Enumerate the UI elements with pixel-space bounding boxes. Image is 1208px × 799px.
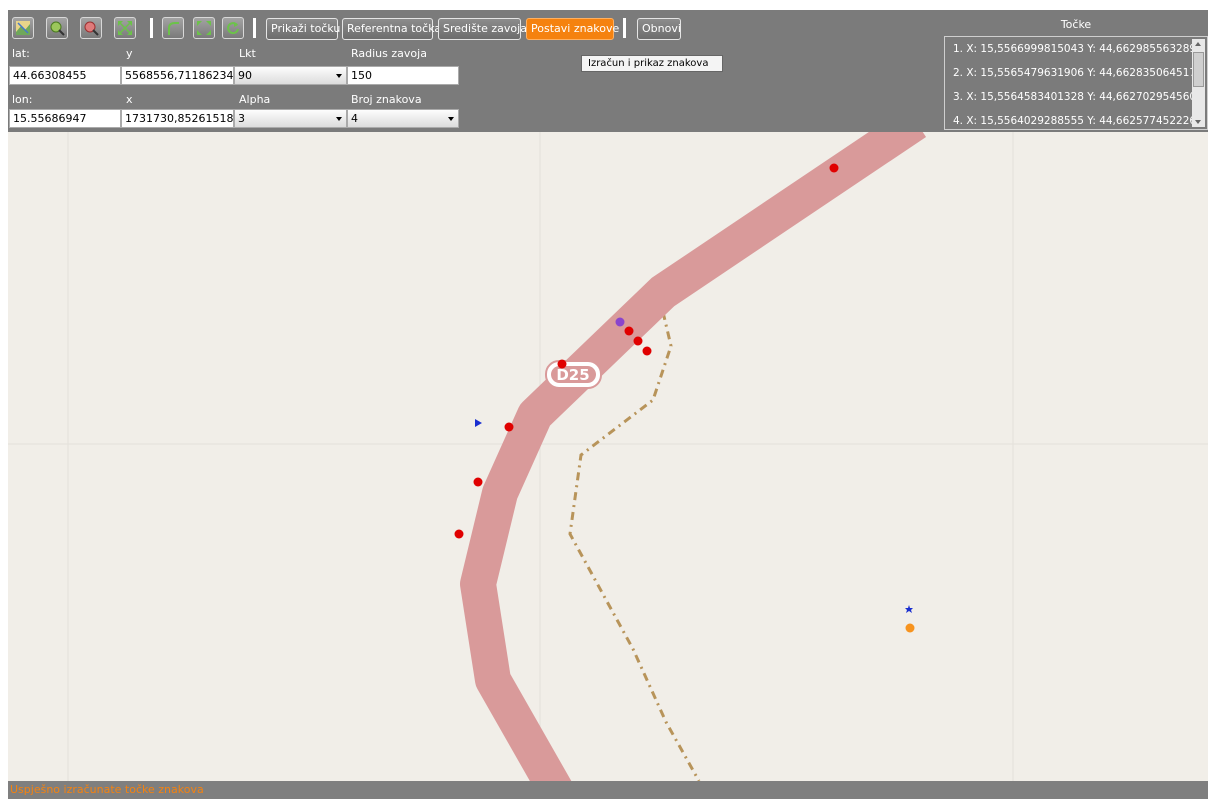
points-scrollbar[interactable]: [1192, 39, 1205, 127]
status-bar: Uspješno izračunate točke znakova: [8, 781, 1208, 799]
referentna-tocka-button[interactable]: Referentna točka: [342, 18, 441, 40]
chevron-down-icon: [336, 74, 342, 78]
toolbar: Prikaži točku Referentna točka Središte …: [8, 10, 1208, 132]
sign-marker[interactable]: [557, 359, 567, 369]
tooltip: Izračun i prikaz znakova: [581, 55, 723, 72]
fit-extent-button[interactable]: [114, 17, 136, 39]
x-label: x: [126, 93, 133, 106]
sign-marker[interactable]: [633, 336, 643, 346]
scroll-down-icon[interactable]: [1195, 120, 1201, 124]
zoom-in-button[interactable]: [46, 17, 68, 39]
refresh-icon: [227, 22, 239, 35]
sign-marker[interactable]: [642, 346, 652, 356]
toolbar-separator: [623, 18, 626, 38]
scroll-up-icon[interactable]: [1195, 42, 1201, 46]
lat-label: lat:: [12, 47, 30, 60]
fit-extent-icon: [118, 21, 132, 35]
broj-znakova-select[interactable]: 4: [347, 109, 459, 128]
map-layer-button[interactable]: [12, 17, 34, 39]
zoom-out-icon: [84, 21, 99, 36]
lkt-label: Lkt: [239, 47, 256, 60]
x-field[interactable]: 1731730,85261518: [121, 109, 234, 128]
y-label: y: [126, 47, 133, 60]
road-shield: D25: [545, 360, 602, 389]
sign-marker[interactable]: [829, 163, 839, 173]
y-field[interactable]: 5568556,71186234: [121, 66, 234, 85]
zoom-out-button[interactable]: [80, 17, 102, 39]
top-strip: [0, 0, 1208, 10]
chevron-down-icon: [448, 117, 454, 121]
star-marker-icon[interactable]: [905, 605, 913, 613]
list-item[interactable]: 3. X: 15,5564583401328 Y: 44,66270295456…: [953, 91, 1203, 103]
points-title: Točke: [1060, 18, 1092, 31]
zoom-in-icon: [50, 21, 65, 36]
lat-field[interactable]: 44.66308455: [9, 66, 121, 85]
map-canvas[interactable]: D25: [8, 132, 1208, 781]
direction-arrow-icon: [475, 419, 482, 427]
radius-label: Radius zavoja: [351, 47, 427, 60]
road-label: D25: [556, 366, 589, 384]
draw-curve-icon: [168, 22, 179, 35]
toolbar-separator: [150, 18, 153, 38]
scroll-thumb[interactable]: [1193, 52, 1204, 87]
alpha-select[interactable]: 3: [234, 109, 347, 128]
radius-field[interactable]: 150: [347, 66, 459, 85]
map-layer-icon: [16, 21, 30, 35]
lon-field[interactable]: 15.55686947: [9, 109, 121, 128]
curve-center-point[interactable]: [905, 623, 915, 633]
prikazi-tocku-button[interactable]: Prikaži točku: [266, 18, 340, 40]
reference-point[interactable]: [615, 317, 625, 327]
list-item[interactable]: 2. X: 15,5565479631906 Y: 44,66283506451…: [953, 67, 1203, 79]
toolbar-separator: [253, 18, 256, 38]
sign-marker[interactable]: [504, 422, 514, 432]
points-list[interactable]: 1. X: 15,5566999815043 Y: 44,66298556328…: [944, 36, 1208, 130]
sign-marker[interactable]: [624, 326, 634, 336]
lkt-select[interactable]: 90: [234, 66, 347, 85]
srediste-zavoja-button[interactable]: Središte zavoja: [438, 18, 527, 40]
full-extent-icon: [197, 21, 211, 35]
draw-curve-button[interactable]: [162, 17, 184, 39]
list-item[interactable]: 4. X: 15,5564029288555 Y: 44,66257745222…: [953, 115, 1203, 127]
broj-znakova-label: Broj znakova: [351, 93, 422, 106]
alpha-select-value: 3: [238, 112, 245, 125]
lkt-select-value: 90: [238, 69, 252, 82]
chevron-down-icon: [336, 117, 342, 121]
obnovi-button[interactable]: Obnovi: [637, 18, 681, 40]
postavi-znakove-button[interactable]: Postavi znakove: [526, 18, 619, 40]
sign-marker[interactable]: [473, 477, 483, 487]
map-view[interactable]: D25: [8, 132, 1208, 781]
broj-znakova-value: 4: [351, 112, 358, 125]
status-text: Uspješno izračunate točke znakova: [10, 783, 204, 796]
sign-marker[interactable]: [454, 529, 464, 539]
list-item[interactable]: 1. X: 15,5566999815043 Y: 44,66298556328…: [953, 43, 1203, 55]
full-extent-button[interactable]: [193, 17, 215, 39]
refresh-button[interactable]: [222, 17, 244, 39]
alpha-label: Alpha: [239, 93, 271, 106]
app-window: Prikaži točku Referentna točka Središte …: [8, 10, 1208, 799]
lon-label: lon:: [12, 93, 33, 106]
road-d25: [460, 132, 927, 781]
